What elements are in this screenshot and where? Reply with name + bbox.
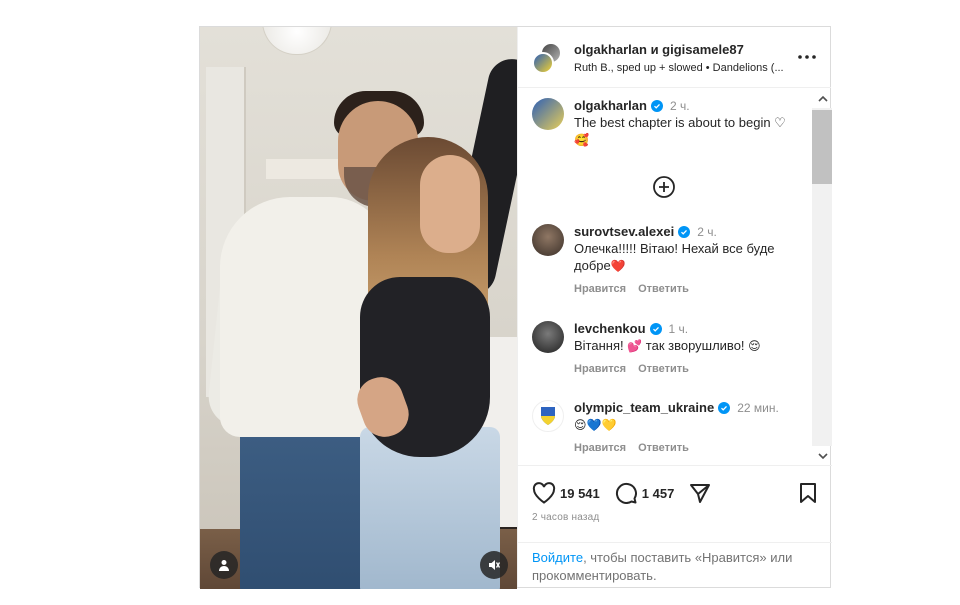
tagged-users-button[interactable]: [210, 551, 238, 579]
comments-count: 1 457: [641, 485, 675, 501]
comment-reply-button[interactable]: Ответить: [638, 442, 689, 454]
likes-count: 19 541: [560, 485, 600, 501]
action-bar: 19 541 1 457: [532, 480, 820, 506]
avatar[interactable]: [532, 224, 564, 256]
olympic-shield-icon: [541, 407, 555, 425]
scroll-down-button[interactable]: [816, 449, 830, 461]
post-footer: 19 541 1 457 2 часов назад Войдите, чтоб…: [518, 465, 832, 587]
avatar[interactable]: [532, 400, 564, 432]
more-icon: [798, 55, 816, 59]
verified-icon: [718, 401, 731, 414]
login-prompt: Войдите, чтобы поставить «Нравится» или …: [518, 542, 832, 585]
heart-icon: [532, 482, 556, 504]
comment-reply-button[interactable]: Ответить: [638, 283, 689, 295]
bookmark-icon: [800, 483, 816, 503]
comment-emoji-2: 😌: [748, 339, 761, 353]
header-music[interactable]: Ruth B., sped up + slowed • Dandelions (…: [574, 62, 794, 74]
verified-icon: [650, 99, 663, 112]
more-options-button[interactable]: [797, 47, 817, 67]
scrollbar-thumb[interactable]: [812, 110, 832, 184]
comment-username[interactable]: levchenkou: [574, 321, 646, 336]
share-icon: [690, 484, 711, 503]
scroll-down-icon: [818, 453, 828, 460]
comment-username[interactable]: olympic_team_ukraine: [574, 400, 714, 415]
comment-emoji: 😌💙💛: [574, 418, 617, 432]
comment-time: 1 ч.: [668, 321, 689, 336]
verified-icon: [649, 322, 662, 335]
post-photo[interactable]: [200, 27, 517, 589]
comment-like-button[interactable]: Нравится: [574, 283, 626, 295]
photo-woman-face: [420, 155, 480, 253]
header-avatars[interactable]: [532, 42, 564, 74]
caption-emoji: 🥰: [574, 133, 589, 147]
comment-text-content: Олечка!!!!! Вітаю! Нехай все буде добре: [574, 241, 775, 273]
avatar[interactable]: [532, 98, 564, 130]
avatar-olgakharlan: [532, 52, 554, 74]
login-link[interactable]: Войдите: [532, 550, 583, 565]
avatar[interactable]: [532, 321, 564, 353]
mute-button[interactable]: [480, 551, 508, 579]
comment-emoji: 💕: [627, 339, 643, 353]
save-button[interactable]: [796, 481, 820, 505]
caption-text: The best chapter is about to begin ♡ 🥰: [574, 114, 814, 149]
post-header: olgakharlan и gigisamele87 Ruth B., sped…: [518, 27, 831, 88]
comment-time: 2 ч.: [697, 224, 717, 239]
user-icon: [219, 560, 229, 571]
scroll-up-icon: [818, 95, 828, 102]
comment-username[interactable]: surovtsev.alexei: [574, 224, 674, 239]
verified-icon: [678, 225, 691, 238]
caption-text-content: The best chapter is about to begin ♡: [574, 115, 786, 130]
like-button[interactable]: [532, 481, 556, 505]
mute-icon: [489, 560, 501, 570]
comment-button[interactable]: [614, 481, 638, 505]
comments-list[interactable]: olgakharlan 2 ч. The best chapter is abo…: [518, 88, 832, 465]
comment-time: 22 мин.: [737, 400, 779, 415]
header-usernames[interactable]: olgakharlan и gigisamele87: [574, 42, 744, 57]
add-circle-icon: [653, 176, 675, 198]
comment-like-button[interactable]: Нравится: [574, 442, 626, 454]
photo-man-jeans: [240, 427, 380, 589]
comment-like-button[interactable]: Нравится: [574, 363, 626, 375]
comment-text-content-2: так зворушливо!: [642, 338, 749, 353]
scroll-up-button[interactable]: [816, 92, 830, 104]
share-button[interactable]: [688, 481, 712, 505]
comment-text: 😌💙💛: [574, 416, 814, 434]
load-more-comments-button[interactable]: [652, 175, 676, 199]
comment-text-content: Вітання!: [574, 338, 628, 353]
comment-emoji: ❤️: [610, 259, 626, 273]
comment-icon: [615, 482, 637, 504]
caption-username[interactable]: olgakharlan: [574, 98, 647, 113]
post-side-panel: olgakharlan и gigisamele87 Ruth B., sped…: [517, 27, 832, 587]
instagram-embed: olgakharlan и gigisamele87 Ruth B., sped…: [199, 26, 832, 589]
caption-time: 2 ч.: [669, 98, 690, 113]
comment-text: Олечка!!!!! Вітаю! Нехай все буде добре❤…: [574, 240, 814, 275]
comment-reply-button[interactable]: Ответить: [638, 363, 689, 375]
post-timestamp: 2 часов назад: [532, 512, 600, 523]
comment-text: Вітання! 💕 так зворушливо! 😌: [574, 337, 814, 355]
